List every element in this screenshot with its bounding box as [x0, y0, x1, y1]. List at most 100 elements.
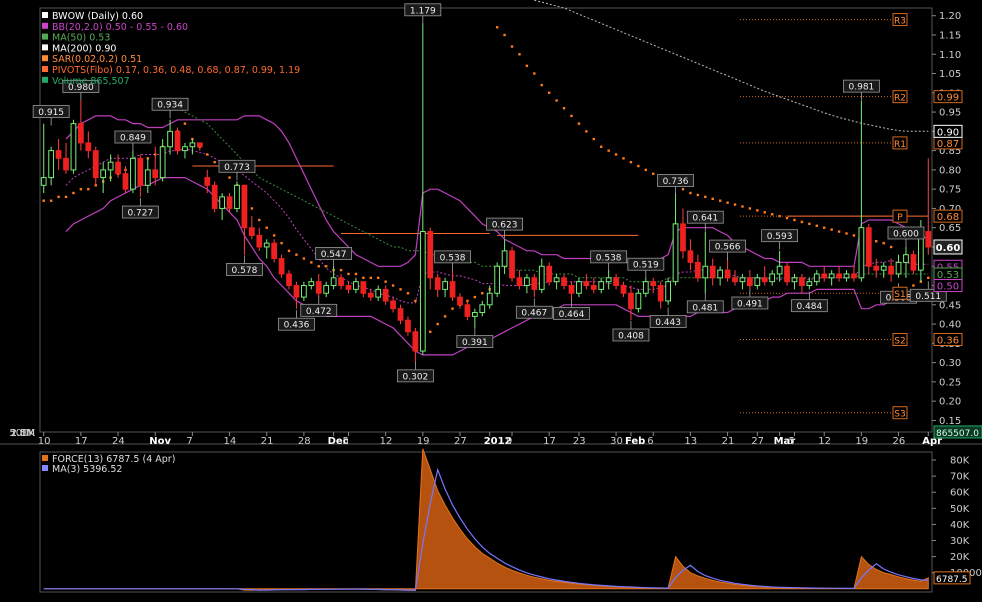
force-y-tick-label: 80K [950, 456, 970, 467]
x-tick-label: 24 [112, 436, 125, 447]
candle-body [204, 177, 211, 186]
candle-body [48, 150, 55, 179]
legend-entry: BWOW (Daily) 0.60 [52, 11, 143, 22]
force-value-tag: 6787.5 [936, 575, 968, 585]
sar-dot [622, 157, 625, 160]
candle-body [828, 273, 835, 279]
legend-swatch [42, 33, 48, 40]
sar-dot [495, 26, 499, 29]
sar-dot [533, 72, 536, 75]
candle-body [107, 161, 114, 171]
sar-dot [882, 241, 885, 245]
x-tick-label: 19 [855, 436, 868, 447]
price-y-tick-label: 0.75 [939, 185, 961, 196]
x-tick-label: 19 [417, 436, 430, 447]
sar-dot [206, 153, 209, 156]
candle-body [85, 142, 92, 152]
legend-entry: MA(50) 0.53 [52, 33, 110, 44]
price-annotation: 0.915 [38, 108, 64, 118]
force-y-tick-label: 20K [950, 552, 970, 563]
sar-dot [265, 226, 268, 229]
candle-body [620, 285, 627, 294]
stock-chart: 1.201.151.101.051.000.950.900.850.800.75… [0, 0, 982, 602]
sar-dot [339, 268, 343, 272]
legend-entry: SAR(0.02,0.2) 0.51 [52, 54, 142, 65]
candle-body [524, 277, 530, 287]
legend-swatch [42, 44, 48, 51]
candle-body [910, 254, 917, 271]
sar-dot [696, 193, 700, 197]
sar-dot [592, 137, 595, 141]
candle-body [308, 281, 315, 287]
x-tick-label: 28 [298, 436, 311, 447]
sar-dot [391, 284, 395, 287]
candle-body [873, 265, 880, 271]
sar-dot [711, 197, 714, 200]
volume-value-tag: 865507.0 [936, 429, 979, 439]
sar-dot [414, 299, 417, 303]
sar-dot [510, 45, 514, 48]
price-annotation: 0.547 [321, 250, 347, 260]
sar-dot [748, 207, 752, 210]
x-tick-label: 21 [722, 436, 735, 447]
candle-body [449, 281, 456, 298]
candle-body [724, 269, 731, 279]
candle-body [271, 242, 278, 260]
sar-dot [614, 153, 618, 156]
candle-body [330, 277, 337, 287]
price-y-tick-label: 1.20 [939, 11, 961, 22]
candle-body [858, 227, 865, 279]
candle-body [657, 285, 664, 302]
last-price-tag: 0.60 [936, 243, 961, 254]
pivot-price-tag: 0.36 [937, 335, 959, 346]
legend-entry: BB(20,2.0) 0.50 - 0.55 - 0.60 [52, 22, 188, 33]
candle-body [211, 184, 218, 209]
pivot-label: R2 [894, 94, 906, 104]
price-annotation: 0.600 [893, 229, 919, 239]
price-y-tick-label: 0.45 [939, 300, 961, 311]
force-legend-entry: MA(3) 5396.52 [52, 464, 122, 475]
sar-dot [607, 149, 610, 152]
price-y-tick-label: 0.40 [939, 320, 961, 331]
candle-body [130, 157, 136, 190]
sar-dot [228, 176, 231, 179]
sar-dot [87, 187, 90, 191]
candle-body [747, 277, 753, 287]
candle-body [895, 261, 902, 275]
candle-body [78, 123, 84, 144]
candle-body [568, 285, 575, 294]
sar-dot [481, 292, 484, 295]
price-annotation: 0.391 [462, 338, 488, 348]
legend-entry: MA(200) 0.90 [52, 43, 116, 54]
indicator-value-tag: 0.90 [937, 127, 959, 138]
candle-body [234, 184, 240, 209]
price-y-tick-label: 1.15 [939, 30, 961, 41]
sar-dot [347, 272, 350, 276]
candle-body [903, 254, 909, 263]
sar-dot [785, 216, 789, 220]
indicator-value-tag: 0.50 [937, 282, 959, 293]
candle-body [486, 292, 493, 306]
sar-dot [912, 284, 915, 287]
sar-dot [704, 195, 707, 199]
price-annotation: 0.302 [403, 372, 429, 382]
sar-dot [830, 228, 833, 231]
pivot-label: R1 [894, 140, 906, 150]
candle-body [799, 277, 805, 287]
sar-dot [384, 280, 387, 283]
candle-body [590, 285, 597, 290]
candle-body [278, 258, 285, 275]
pivot-price-tag: 0.68 [937, 212, 959, 223]
candle-body [115, 161, 121, 175]
sar-dot [733, 203, 737, 206]
sar-dot [652, 172, 655, 175]
price-y-tick-label: 0.30 [939, 358, 961, 369]
candle-body [672, 223, 679, 283]
candle-body [769, 273, 776, 283]
price-annotation: 0.464 [559, 310, 585, 320]
sar-dot [310, 261, 313, 264]
candle-body [144, 169, 151, 186]
x-tick-label: Feb [625, 436, 645, 447]
price-annotation: 0.934 [157, 101, 183, 111]
candle-body [360, 281, 367, 294]
